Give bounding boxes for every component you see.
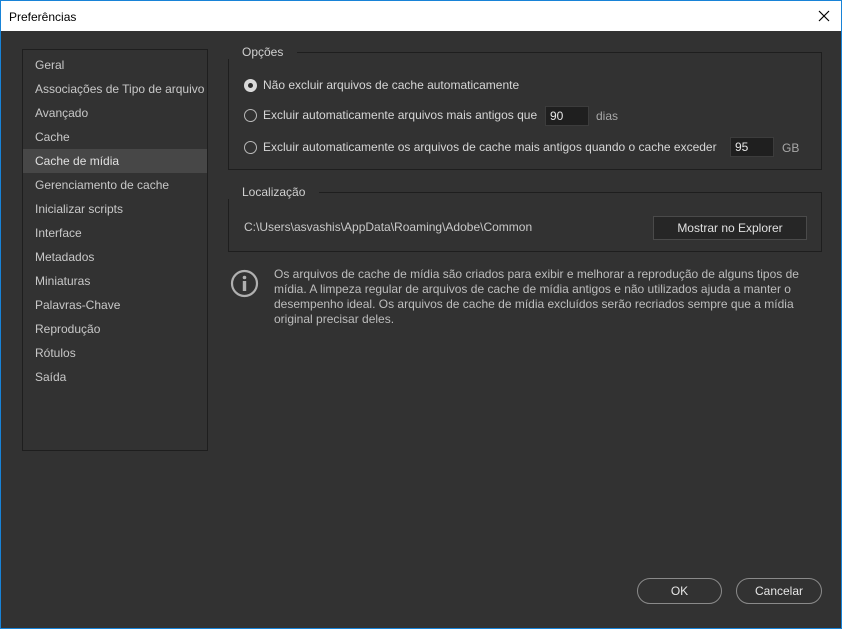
sidebar-item-media-cache[interactable]: Cache de mídia	[23, 149, 207, 173]
exceed-size-input[interactable]: 95	[730, 137, 774, 157]
location-group-label: Localização	[228, 185, 320, 199]
sidebar-item-cache-management[interactable]: Gerenciamento de cache	[23, 173, 207, 197]
exceed-unit: GB	[782, 141, 800, 155]
info-icon	[230, 269, 259, 298]
sidebar-item-labels[interactable]: Rótulos	[23, 341, 207, 365]
sidebar-item-geral[interactable]: Geral	[23, 53, 207, 77]
sidebar-item-startup-scripts[interactable]: Inicializar scripts	[23, 197, 207, 221]
sidebar-item-cache[interactable]: Cache	[23, 125, 207, 149]
older-than-days-input[interactable]: 90	[545, 106, 589, 126]
older-than-unit: dias	[596, 109, 619, 123]
ok-button[interactable]: OK	[637, 578, 722, 604]
sidebar-item-file-associations[interactable]: Associações de Tipo de arquivo	[23, 77, 207, 101]
radio-row-exceed[interactable]: Excluir automaticamente os arquivos de c…	[244, 137, 717, 157]
sidebar-item-thumbnails[interactable]: Miniaturas	[23, 269, 207, 293]
radio-older-than[interactable]	[244, 108, 257, 122]
radio-no-delete-label: Não excluir arquivos de cache automatica…	[263, 78, 520, 92]
sidebar-item-output[interactable]: Saída	[23, 365, 207, 389]
options-group-label: Opções	[228, 45, 298, 59]
show-in-explorer-button[interactable]: Mostrar no Explorer	[653, 216, 807, 240]
radio-no-delete[interactable]	[244, 78, 257, 92]
radio-exceed[interactable]	[244, 140, 257, 154]
radio-older-than-label: Excluir automaticamente arquivos mais an…	[263, 108, 538, 122]
window-title: Preferências	[9, 10, 77, 24]
preferences-sidebar: Geral Associações de Tipo de arquivo Ava…	[22, 49, 208, 451]
sidebar-item-keywords[interactable]: Palavras-Chave	[23, 293, 207, 317]
radio-row-older-than[interactable]: Excluir automaticamente arquivos mais an…	[244, 105, 537, 125]
title-bar: Preferências	[1, 1, 841, 31]
sidebar-item-interface[interactable]: Interface	[23, 221, 207, 245]
sidebar-item-playback[interactable]: Reprodução	[23, 317, 207, 341]
radio-row-no-delete[interactable]: Não excluir arquivos de cache automatica…	[244, 75, 519, 95]
cancel-button[interactable]: Cancelar	[736, 578, 822, 604]
radio-exceed-label: Excluir automaticamente os arquivos de c…	[263, 140, 717, 154]
preferences-dialog: Preferências Geral Associações de Tipo d…	[0, 0, 842, 629]
cache-path: C:\Users\asvashis\AppData\Roaming\Adobe\…	[244, 220, 533, 234]
sidebar-item-metadata[interactable]: Metadados	[23, 245, 207, 269]
close-icon	[818, 10, 830, 22]
close-button[interactable]	[807, 1, 841, 31]
media-cache-info-text: Os arquivos de cache de mídia são criado…	[274, 267, 799, 326]
sidebar-item-avancado[interactable]: Avançado	[23, 101, 207, 125]
